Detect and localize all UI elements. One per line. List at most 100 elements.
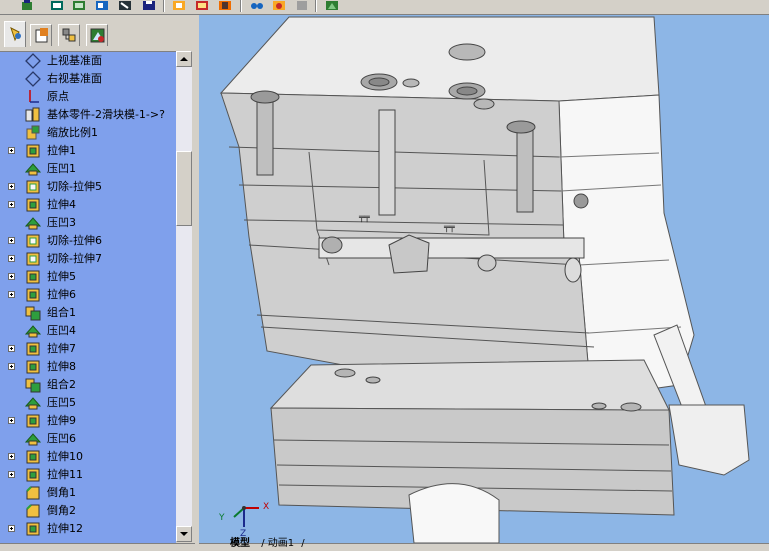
tree-scrollbar[interactable] <box>176 51 192 542</box>
indent-icon <box>24 430 42 448</box>
tree-item-label: 拉伸4 <box>47 198 76 211</box>
expand-toggle-icon[interactable] <box>8 273 15 280</box>
tree-item-label: 拉伸10 <box>47 450 83 463</box>
indent-icon <box>24 160 42 178</box>
bottom-tab-strip: 模型 / 动画1 / <box>230 538 309 550</box>
plane-icon <box>24 52 42 70</box>
tab-animation[interactable]: / 动画1 / <box>261 538 305 549</box>
tree-item[interactable]: 拉伸4 <box>0 196 176 214</box>
expand-toggle-icon[interactable] <box>8 345 15 352</box>
expand-toggle-icon[interactable] <box>8 201 15 208</box>
expand-toggle-icon[interactable] <box>8 363 15 370</box>
tree-item[interactable]: 倒角2 <box>0 502 176 520</box>
svg-text:╤╤: ╤╤ <box>358 213 370 223</box>
chamfer-icon <box>24 484 42 502</box>
tab-model[interactable]: 模型 <box>230 538 254 549</box>
expand-toggle-icon[interactable] <box>8 147 15 154</box>
mold-model-render[interactable]: ╤╤ ╤╤ <box>199 15 769 543</box>
tree-item[interactable]: 拉伸9 <box>0 412 176 430</box>
expand-toggle-icon[interactable] <box>8 255 15 262</box>
expand-toggle-icon[interactable] <box>8 453 15 460</box>
svg-text:╤╤: ╤╤ <box>443 223 455 233</box>
hide-component-icon[interactable] <box>295 0 309 11</box>
tree-item-label: 压凹1 <box>47 162 76 175</box>
feature-icon[interactable] <box>95 0 109 11</box>
extrude-icon <box>24 340 42 358</box>
tree-item[interactable]: 组合1 <box>0 304 176 322</box>
tab-display-manager[interactable] <box>86 24 108 46</box>
tab-feature-manager[interactable] <box>4 21 26 47</box>
scroll-thumb[interactable] <box>176 151 192 226</box>
tree-item[interactable]: 拉伸10 <box>0 448 176 466</box>
plane-icon <box>24 70 42 88</box>
triad-x-label: X <box>263 502 270 512</box>
extrude-icon <box>24 268 42 286</box>
tree-item[interactable]: 拉伸1 <box>0 142 176 160</box>
tree-item[interactable]: 组合2 <box>0 376 176 394</box>
tree-item-label: 倒角2 <box>47 504 76 517</box>
assembly-icon[interactable] <box>218 0 232 11</box>
extrude-icon <box>24 142 42 160</box>
tree-item[interactable]: 原点 <box>0 88 176 106</box>
expand-toggle-icon[interactable] <box>8 417 15 424</box>
tree-item-label: 拉伸8 <box>47 360 76 373</box>
tree-item-label: 压凹3 <box>47 216 76 229</box>
tree-item[interactable]: 拉伸12 <box>0 520 176 538</box>
tab-configuration-manager[interactable] <box>58 24 80 46</box>
expand-toggle-icon[interactable] <box>8 471 15 478</box>
tree-item[interactable]: 拉伸11 <box>0 466 176 484</box>
tree-item-label: 原点 <box>47 90 69 103</box>
tree-item-label: 组合1 <box>47 306 76 319</box>
tree-item[interactable]: 切除-拉伸7 <box>0 250 176 268</box>
scroll-down-button[interactable] <box>176 526 192 542</box>
tree-item-label: 拉伸12 <box>47 522 83 535</box>
tab-property-manager[interactable] <box>30 24 52 46</box>
combine-icon <box>24 376 42 394</box>
graphics-viewport[interactable]: ╤╤ ╤╤ X Y Z <box>199 15 769 543</box>
origin-icon <box>24 88 42 106</box>
cut-extrude-icon <box>24 250 42 268</box>
tree-item-label: 切除-拉伸7 <box>47 252 102 265</box>
tree-item[interactable]: 压凹4 <box>0 322 176 340</box>
orientation-triad-icon <box>233 506 259 527</box>
extrude-icon <box>24 520 42 538</box>
rotate-component-icon[interactable] <box>272 0 286 11</box>
tree-item[interactable]: 倒角1 <box>0 484 176 502</box>
scale-icon <box>24 124 42 142</box>
tree-item[interactable]: 切除-拉伸5 <box>0 178 176 196</box>
tree-item[interactable]: 压凹1 <box>0 160 176 178</box>
tree-item[interactable]: 右视基准面 <box>0 70 176 88</box>
feature-tree: 上视基准面 右视基准面原点基体零件-2滑块模-1->? 缩放比例1 拉伸1 压凹1 切除-… <box>0 51 176 543</box>
edit-sketch-icon[interactable] <box>20 0 34 11</box>
tree-item[interactable]: 切除-拉伸6 <box>0 232 176 250</box>
tree-item[interactable]: 缩放比例1 <box>0 124 176 142</box>
tree-item[interactable]: 基体零件-2滑块模-1->? <box>0 106 176 124</box>
combine-icon <box>24 304 42 322</box>
expand-toggle-icon[interactable] <box>8 183 15 190</box>
tree-item[interactable]: 拉伸8 <box>0 358 176 376</box>
smart-dimension-icon[interactable] <box>72 0 86 11</box>
expand-toggle-icon[interactable] <box>8 525 15 532</box>
expand-toggle-icon[interactable] <box>8 291 15 298</box>
tree-item[interactable]: 拉伸5 <box>0 268 176 286</box>
tree-item-label: 切除-拉伸6 <box>47 234 102 247</box>
tree-item-label: 组合2 <box>47 378 76 391</box>
tree-item[interactable]: 拉伸6 <box>0 286 176 304</box>
save-icon[interactable] <box>142 0 156 11</box>
toolbar-separator <box>163 0 164 12</box>
chamfer-icon <box>24 502 42 520</box>
drawing-icon[interactable] <box>195 0 209 11</box>
sketch-icon[interactable] <box>50 0 64 11</box>
select-icon[interactable] <box>118 0 132 11</box>
tree-item[interactable]: 拉伸7 <box>0 340 176 358</box>
tree-item[interactable]: 压凹6 <box>0 430 176 448</box>
tree-item[interactable]: 压凹5 <box>0 394 176 412</box>
tree-item-label: 拉伸1 <box>47 144 76 157</box>
tree-item[interactable]: 上视基准面 <box>0 52 176 70</box>
move-component-icon[interactable] <box>250 0 264 11</box>
new-part-icon[interactable] <box>172 0 186 11</box>
scroll-up-button[interactable] <box>176 51 192 67</box>
expand-toggle-icon[interactable] <box>8 237 15 244</box>
view-icon[interactable] <box>325 0 339 11</box>
tree-item[interactable]: 压凹3 <box>0 214 176 232</box>
